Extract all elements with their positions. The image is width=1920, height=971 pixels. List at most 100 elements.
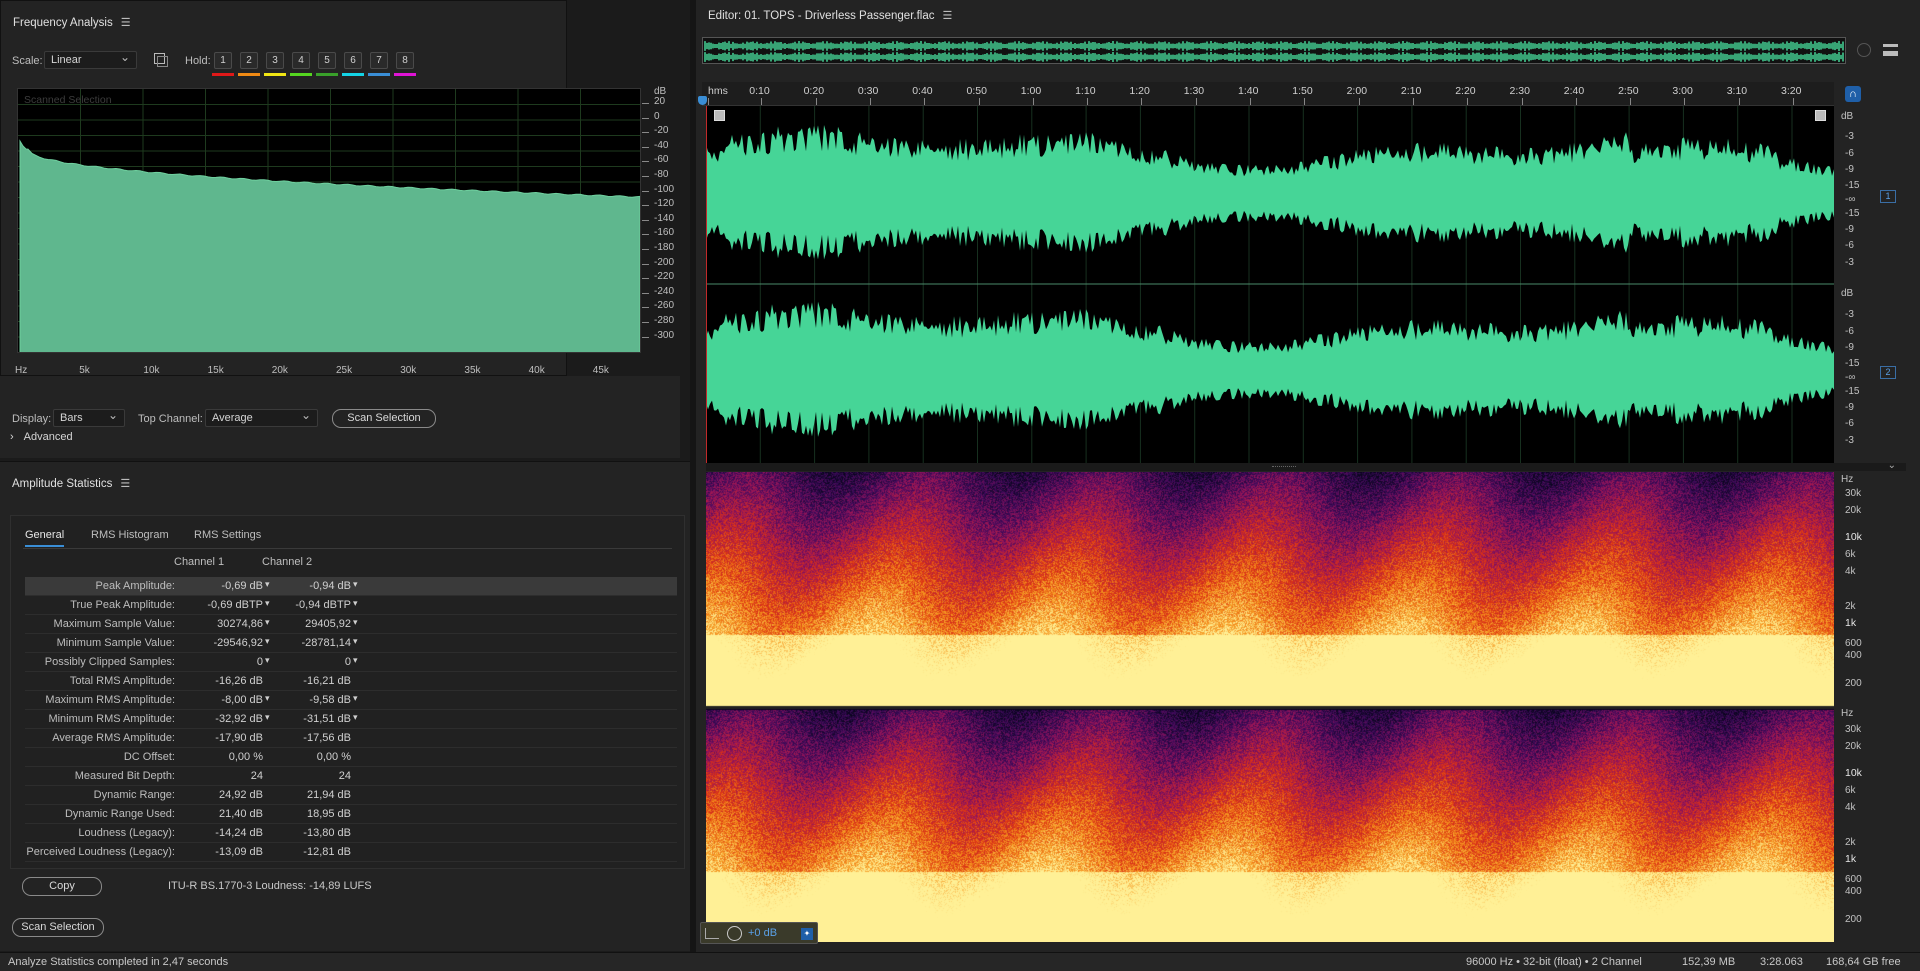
- timeline-tick-mark: [1250, 98, 1251, 105]
- spectral-hz-scale: Hz 30k 20k 10k 6k 4k 2k 1k 600 400 200 Hz 30k 20k 1…: [1837, 472, 1897, 942]
- copy-button[interactable]: Copy: [22, 877, 102, 896]
- hz-tick: 400: [1845, 649, 1862, 661]
- amplitude-statistics-panel: Amplitude Statistics ☰ General RMS Histog…: [0, 461, 690, 951]
- stat-value-ch2: -12,81 dB: [303, 846, 351, 858]
- scan-selection-button-freq[interactable]: Scan Selection: [332, 409, 436, 428]
- hold-button-3[interactable]: 3: [266, 52, 284, 69]
- channel-2-waveform: [706, 301, 1834, 437]
- zoom-icon[interactable]: [1857, 43, 1871, 57]
- go-to-marker-icon[interactable]: ▾: [353, 655, 358, 666]
- go-to-marker-icon[interactable]: ▾: [353, 598, 358, 609]
- db-tick: -9: [1845, 342, 1854, 354]
- waveform-area[interactable]: [706, 106, 1834, 463]
- hold-color-1: [212, 73, 234, 76]
- channel-1-waveform: [706, 125, 1834, 260]
- stat-value-ch1: -0,69 dBTP: [207, 599, 263, 611]
- view-splitter[interactable]: ⌄: [706, 460, 1906, 471]
- scan-selection-button-amp[interactable]: Scan Selection: [12, 918, 104, 937]
- go-to-marker-icon[interactable]: ▾: [265, 598, 270, 609]
- panel-menu-icon[interactable]: ☰: [121, 16, 131, 29]
- hold-button-5[interactable]: 5: [318, 52, 336, 69]
- amplitude-statistics-title: Amplitude Statistics ☰: [12, 477, 130, 490]
- go-to-marker-icon[interactable]: ▾: [353, 617, 358, 628]
- tab-rms-settings[interactable]: RMS Settings: [194, 529, 261, 541]
- overview-channel-1: [704, 41, 1844, 51]
- hold-button-7[interactable]: 7: [370, 52, 388, 69]
- hold-button-8[interactable]: 8: [396, 52, 414, 69]
- top-channel-select[interactable]: Average: [205, 408, 318, 427]
- stat-value-ch1: 21,40 dB: [218, 808, 263, 820]
- hold-button-2[interactable]: 2: [240, 52, 258, 69]
- y-tick: -80: [654, 169, 669, 180]
- stats-row: Average RMS Amplitude: -17,90 dB -17,56 dB: [25, 729, 677, 748]
- go-to-marker-icon[interactable]: ▾: [353, 636, 358, 647]
- volume-knob-icon[interactable]: [727, 926, 742, 941]
- timeline-tick-mark: [1032, 98, 1034, 105]
- advanced-toggle[interactable]: › Advanced: [10, 431, 73, 443]
- timeline-tick: 0:20: [803, 85, 825, 97]
- stat-value-ch2: -16,21 dB: [303, 675, 351, 687]
- hz-tick: 6k: [1845, 785, 1856, 797]
- stats-row: Perceived Loudness (Legacy): -13,09 dB -12…: [25, 843, 677, 862]
- stat-value-ch2: -9,58 dB: [309, 694, 351, 706]
- panel-separator[interactable]: [690, 0, 696, 952]
- timeline-tick: 1:10: [1075, 85, 1096, 97]
- db-tick: -9: [1845, 164, 1854, 176]
- panel-menu-icon[interactable]: ☰: [942, 9, 952, 22]
- waveform-svg: [706, 106, 1834, 463]
- go-to-marker-icon[interactable]: ▾: [265, 655, 270, 666]
- go-to-marker-icon[interactable]: ▾: [265, 579, 270, 590]
- status-message: Analyze Statistics completed in 2,47 sec…: [8, 956, 229, 968]
- fade-in-handle-icon[interactable]: [714, 110, 725, 121]
- headphones-icon[interactable]: ∩: [1845, 86, 1861, 102]
- channel-1-badge[interactable]: 1: [1880, 190, 1896, 203]
- hz-tick: 2k: [1845, 836, 1856, 848]
- panel-menu-icon[interactable]: ☰: [120, 477, 130, 490]
- spectral-display[interactable]: [706, 472, 1834, 942]
- timeline-tick: 3:10: [1726, 85, 1748, 97]
- go-to-marker-icon[interactable]: ▾: [265, 636, 270, 647]
- tab-rms-histogram[interactable]: RMS Histogram: [91, 529, 169, 541]
- y-tick: -120: [654, 198, 675, 210]
- stats-row: Possibly Clipped Samples: 0 0 ▾ ▾: [25, 653, 677, 672]
- hz-tick: 1k: [1845, 617, 1857, 630]
- go-to-marker-icon[interactable]: ▾: [353, 712, 358, 723]
- overview-waveform[interactable]: [702, 37, 1846, 64]
- free-space: 168,64 GB free: [1826, 956, 1901, 968]
- chevron-down-icon[interactable]: ⌄: [1888, 460, 1896, 471]
- go-to-marker-icon[interactable]: ▾: [265, 693, 270, 704]
- y-tick-mark: [642, 132, 649, 134]
- hz-tick: 30k: [1845, 724, 1862, 736]
- stat-value-ch1: -8,00 dB: [221, 694, 263, 706]
- volume-hud[interactable]: +0 dB ✦: [700, 922, 818, 944]
- tab-general[interactable]: General: [25, 529, 65, 547]
- scale-select[interactable]: Linear: [44, 50, 137, 69]
- stat-label: Measured Bit Depth:: [74, 770, 175, 782]
- stat-value-ch1: -13,09 dB: [215, 846, 263, 858]
- channel-2-badge[interactable]: 2: [1880, 366, 1896, 379]
- go-to-marker-icon[interactable]: ▾: [265, 712, 270, 723]
- hold-label: Hold:: [185, 55, 211, 67]
- stats-row: Loudness (Legacy): -14,24 dB -13,80 dB: [25, 824, 677, 843]
- stat-value-ch2: -0,94 dBTP: [295, 599, 351, 611]
- display-select[interactable]: Bars: [53, 408, 125, 427]
- hold-button-1[interactable]: 1: [214, 52, 232, 69]
- timeline-ruler[interactable]: hms 0:10 0:20 0:30 0:40 0:50 1:00 1:10 1:20 1:30 1…: [702, 82, 1834, 106]
- stat-label: Minimum RMS Amplitude:: [48, 713, 175, 725]
- hz-tick: 600: [1845, 638, 1862, 650]
- y-tick: -140: [654, 212, 675, 224]
- go-to-marker-icon[interactable]: ▾: [353, 579, 358, 590]
- pin-icon[interactable]: ✦: [801, 928, 813, 940]
- playhead-marker-icon[interactable]: [698, 96, 707, 105]
- fade-out-handle-icon[interactable]: [1815, 110, 1826, 121]
- timeline-tick-mark: [1630, 98, 1632, 105]
- go-to-marker-icon[interactable]: ▾: [353, 693, 358, 704]
- go-to-marker-icon[interactable]: ▾: [265, 617, 270, 628]
- view-toggle-icon[interactable]: [1883, 44, 1898, 56]
- frequency-y-axis: dB 20 0 -20 -40 -60 -80 -100 -120 -140 -160 -180 -2…: [641, 86, 681, 354]
- hold-button-4[interactable]: 4: [292, 52, 310, 69]
- y-tick: 0: [654, 110, 660, 122]
- hold-button-6[interactable]: 6: [344, 52, 362, 69]
- timeline-tick-mark: [761, 98, 763, 105]
- x-tick: 45k: [592, 365, 609, 376]
